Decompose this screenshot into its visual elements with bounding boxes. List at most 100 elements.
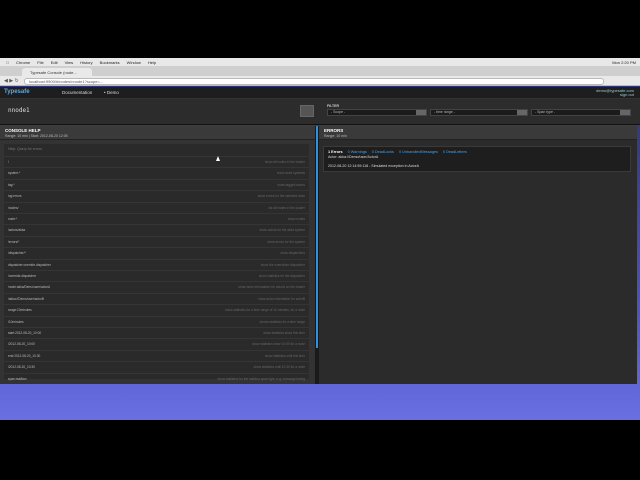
error-entry[interactable]: 1 Errors 0 Warnings 0 DeadLocks 0 Unhand… [323,146,631,172]
help-description: show statistics for the dispatcher [258,274,305,278]
errors-title: ERRORS [324,128,344,133]
help-command[interactable]: /override-dispatcher [8,274,36,278]
dead-letters-count[interactable]: 0 DeadLetters [443,150,467,154]
scope-select[interactable]: - Scope - [327,109,427,116]
nav-documentation[interactable]: Documentation [62,90,92,95]
unhandled-messages-count[interactable]: 0 UnhandledMessages [399,150,438,154]
clock: Mon 2:20 PM [612,59,636,65]
help-command[interactable]: /node:akka/Demo/user/actorA [8,285,50,289]
help-command[interactable]: /2012-08-20_10:30 [8,365,35,369]
video-frame:  Chrome File Edit View History Bookmark… [0,0,640,480]
nav-demo[interactable]: • Demo [104,90,119,95]
console-help-title: CONSOLE HELP [5,128,41,133]
span-type-select[interactable]: - Span type - [531,109,631,116]
help-command[interactable]: start:2012-08-20_10:00 [8,331,41,335]
span-type-select-value: - Span type - [535,110,556,114]
help-command[interactable]: system:* [8,171,20,175]
help-command[interactable]: /errors/* [8,240,19,244]
help-description: show all nodes in the cluster [264,160,305,164]
menu-item-history[interactable]: History [80,60,92,65]
help-description: show statistics until 10:30 for a node [253,365,305,370]
help-command[interactable]: tag:* [8,183,15,187]
table-row[interactable]: dispatcher:override-dispatcher show the o… [4,258,309,270]
help-description: show statistics until this time [264,353,305,358]
help-command[interactable]: /10minutes [8,320,24,324]
menu-item-edit[interactable]: Edit [51,60,58,65]
app-header: Typesafe Documentation • Demo demo@types… [0,87,640,99]
node-select-button[interactable] [300,105,314,117]
errors-panel: ERRORS Range: 10 min 1 Errors 0 Warnings… [319,126,637,384]
help-command[interactable]: /nodes/ [8,206,18,210]
user-box[interactable]: demo@typesafe.com sign out [596,89,634,97]
help-command[interactable]: /dispatcher/* [8,251,26,255]
help-description: list all nodes in the cluster [268,205,306,210]
help-command[interactable]: range:10minutes [8,308,32,312]
help-description: show errors for the system [267,239,305,244]
table-row[interactable]: / show all nodes in the cluster [4,156,309,167]
help-command[interactable]: dispatcher:override-dispatcher [8,263,51,267]
errors-header: ERRORS Range: 10 min [319,126,637,140]
errors-subtitle: Range: 10 min [324,134,347,138]
home-icon: • [104,90,106,95]
error-actor: Actor: akka://Demo/user/ActorA [328,155,379,159]
help-description: shows statistics for a time range [259,319,305,324]
os-menu-bar:  Chrome File Edit View History Bookmark… [0,58,640,66]
help-description: show the overridden dispatcher [260,262,305,267]
sign-out-link[interactable]: sign out [596,93,634,97]
menu-item-help[interactable]: Help [148,60,156,65]
table-row[interactable]: end:2012-08-20_10:30 show statistics unti… [4,349,309,361]
help-description: show statistics since 10:00 for a node [252,342,305,347]
table-row[interactable]: start:2012-08-20_10:00 show statistics si… [4,327,309,338]
help-command[interactable]: /2012-08-20_10:00 [8,342,35,346]
help-command[interactable]: log:errors [8,194,21,198]
scope-select-value: - Scope - [331,110,346,114]
deadlocks-count[interactable]: 0 DeadLocks [372,150,394,154]
node-name: nnode1 [8,107,30,114]
filter-label: FILTER [327,104,339,108]
help-description: show nodes [287,217,305,221]
table-row[interactable]: log:errors show errors for the selected n… [4,190,309,201]
warnings-count[interactable]: 0 Warnings [348,150,367,154]
menu-item-bookmarks[interactable]: Bookmarks [100,60,120,65]
table-row[interactable]: span:mailbox show statistics for the mail… [4,372,309,384]
help-command[interactable]: / [8,160,9,164]
table-row[interactable]: /actors/akka show actors for the akka sys… [4,224,309,235]
table-row[interactable]: /errors/* show errors for the system [4,235,309,247]
table-row[interactable]: /override-dispatcher show statistics for … [4,270,309,281]
menu-item-chrome[interactable]: Chrome [16,60,30,65]
help-description: show statistics since this time [263,331,305,335]
table-row[interactable]: range:10minutes show statistics for a tim… [4,304,309,315]
table-row[interactable]: system:* show actor systems [4,167,309,178]
table-row[interactable]: node:* show nodes [4,213,309,224]
time-range-select[interactable]: - time range - [430,109,528,116]
menu-item-window[interactable]: Window [127,60,141,65]
help-description: show errors for the selected node [257,194,305,199]
back-forward-icon[interactable]: ◀ ▶ ↻ [4,78,19,84]
typesafe-logo[interactable]: Typesafe [4,89,30,95]
table-row[interactable]: /nodes/list all nodes in the cluster [4,201,309,213]
menu-item-view[interactable]: View [65,60,74,65]
chevron-down-icon [517,110,527,115]
help-description: show actor information for actorB [258,296,305,301]
help-command[interactable]: /akka://Demo/user/actorB [8,297,44,301]
menu-item-file[interactable]: File [37,60,43,65]
time-range-select-value: - time range - [434,110,455,114]
table-row[interactable]: /akka://Demo/user/actorB show actor infor… [4,292,309,304]
help-command[interactable]: end:2012-08-20_10:30 [8,354,40,358]
table-row[interactable]: /node:akka/Demo/user/actorA show actor in… [4,281,309,292]
scrollbar[interactable] [316,126,318,348]
errors-count[interactable]: 1 Errors [328,150,343,154]
table-row[interactable]: /2012-08-20_10:30 show statistics until 1… [4,361,309,372]
table-row[interactable]: /10minutes shows statistics for a time ra… [4,315,309,327]
apple-icon[interactable]:  [6,60,9,65]
console-help-header: CONSOLE HELP Range: 10 min | Start: 2012… [0,126,315,140]
table-row[interactable]: /2012-08-20_10:00 show statistics since 1… [4,338,309,349]
help-command[interactable]: node:* [8,217,17,221]
console-help-panel: CONSOLE HELP Range: 10 min | Start: 2012… [0,126,315,384]
table-row[interactable]: tag:* show tagged actors [4,178,309,190]
help-command[interactable]: span:mailbox [8,377,27,381]
table-row[interactable]: /dispatcher/* show dispatchers [4,247,309,258]
help-command[interactable]: /actors/akka [8,228,25,232]
browser-tab[interactable]: Typesafe Console (node... [22,68,92,76]
address-bar[interactable]: localhost:9900/#/nodes/nnode1?scope=... [24,78,604,85]
